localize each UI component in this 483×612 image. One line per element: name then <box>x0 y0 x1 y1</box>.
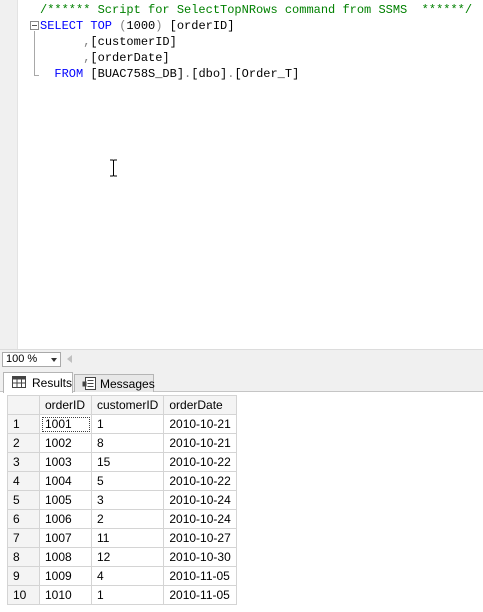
grid-cell[interactable]: 2 <box>90 509 165 529</box>
tab-results-label: Results <box>32 376 73 390</box>
column-header-customerid[interactable]: customerID <box>90 395 165 415</box>
row-number[interactable]: 1 <box>7 414 40 434</box>
editor-gutter <box>0 0 18 349</box>
tab-messages-label: Messages <box>100 377 155 391</box>
code-token: /****** Script for SelectTopNRows comman… <box>40 3 473 17</box>
tab-messages[interactable]: Messages <box>74 374 155 392</box>
grid-cell[interactable]: 4 <box>90 566 165 586</box>
code-token: [customerID] <box>90 35 177 49</box>
row-number[interactable]: 6 <box>7 509 40 529</box>
messages-list-icon <box>82 377 96 390</box>
column-header-orderdate[interactable]: orderDate <box>163 395 237 415</box>
grid-cell[interactable]: 15 <box>90 452 165 472</box>
grid-cell[interactable]: 2010-10-21 <box>163 433 237 453</box>
fold-guide-end <box>34 75 39 76</box>
row-number[interactable]: 7 <box>7 528 40 548</box>
grid-cell[interactable]: 1007 <box>39 528 92 548</box>
grid-cell[interactable]: 1001 <box>39 414 92 434</box>
table-row[interactable]: 7 1007 11 2010-10-27 <box>7 528 237 548</box>
chevron-down-icon <box>51 358 57 362</box>
code-token: [orderID] <box>162 19 235 33</box>
grid-cell[interactable]: 3 <box>90 490 165 510</box>
code-token: 1000 <box>126 19 156 33</box>
row-number[interactable]: 9 <box>7 566 40 586</box>
grid-cell[interactable]: 2010-11-05 <box>163 566 237 586</box>
row-number[interactable]: 3 <box>7 452 40 472</box>
grid-cell[interactable]: 2010-10-27 <box>163 528 237 548</box>
table-row[interactable]: 9 1009 4 2010-11-05 <box>7 566 237 586</box>
fold-guide-line <box>34 31 35 76</box>
table-row[interactable]: 1 1001 1 2010-10-21 <box>7 414 237 434</box>
code-token: FROM <box>40 67 91 81</box>
grid-cell[interactable]: 2010-10-22 <box>163 452 237 472</box>
grid-cell[interactable]: 1003 <box>39 452 92 472</box>
grid-cell[interactable]: 5 <box>90 471 165 491</box>
column-header-orderid[interactable]: orderID <box>39 395 92 415</box>
code-token: SELECT TOP <box>40 19 120 33</box>
grid-cell[interactable]: 2010-11-05 <box>163 585 237 605</box>
table-row[interactable]: 8 1008 12 2010-10-30 <box>7 547 237 567</box>
grid-cell[interactable]: 2010-10-30 <box>163 547 237 567</box>
row-number[interactable]: 8 <box>7 547 40 567</box>
row-number[interactable]: 10 <box>7 585 40 605</box>
code-line[interactable]: FROM [BUAC758S_DB].[dbo].[Order_T] <box>40 66 299 82</box>
grid-cell[interactable]: 1 <box>90 585 165 605</box>
table-row[interactable]: 3 1003 15 2010-10-22 <box>7 452 237 472</box>
grid-cell[interactable]: 2010-10-24 <box>163 509 237 529</box>
code-token: [Order_T] <box>234 67 300 81</box>
tab-results[interactable]: Results <box>3 372 73 393</box>
grid-corner-cell[interactable] <box>7 395 40 415</box>
grid-cell[interactable]: 2010-10-22 <box>163 471 237 491</box>
code-token: [dbo] <box>191 67 228 81</box>
scroll-left-arrow-icon[interactable] <box>67 355 72 363</box>
grid-header-row: orderID customerID orderDate <box>7 395 237 415</box>
horizontal-scrollbar[interactable] <box>78 354 483 365</box>
results-tab-bar: Results Messages <box>0 368 483 393</box>
grid-cell[interactable]: 11 <box>90 528 165 548</box>
code-token: [BUAC758S_DB] <box>90 67 185 81</box>
grid-cell[interactable]: 2010-10-21 <box>163 414 237 434</box>
grid-cell[interactable]: 1008 <box>39 547 92 567</box>
grid-cell[interactable]: 1002 <box>39 433 92 453</box>
table-row[interactable]: 5 1005 3 2010-10-24 <box>7 490 237 510</box>
row-number[interactable]: 2 <box>7 433 40 453</box>
collapse-minus-icon[interactable] <box>30 21 39 30</box>
editor-status-bar: 100 % <box>0 349 483 368</box>
row-number[interactable]: 5 <box>7 490 40 510</box>
table-row[interactable]: 2 1002 8 2010-10-21 <box>7 433 237 453</box>
table-row[interactable]: 4 1004 5 2010-10-22 <box>7 471 237 491</box>
row-number[interactable]: 4 <box>7 471 40 491</box>
code-line[interactable]: ,[orderDate] <box>40 50 170 66</box>
zoom-value: 100 % <box>6 353 38 365</box>
results-grid-area: orderID customerID orderDate 1 1001 1 2010-… <box>0 392 483 612</box>
grid-table-icon <box>12 376 26 388</box>
code-token: [orderDate] <box>90 51 170 65</box>
grid-cell[interactable]: 1005 <box>39 490 92 510</box>
table-row[interactable]: 6 1006 2 2010-10-24 <box>7 509 237 529</box>
query-editor[interactable]: /****** Script for SelectTopNRows comman… <box>0 0 483 349</box>
grid-cell[interactable]: 1 <box>90 414 165 434</box>
grid-cell[interactable]: 1010 <box>39 585 92 605</box>
grid-cell[interactable]: 2010-10-24 <box>163 490 237 510</box>
grid-cell[interactable]: 1004 <box>39 471 92 491</box>
table-row[interactable]: 10 1010 1 2010-11-05 <box>7 585 237 605</box>
grid-cell[interactable]: 8 <box>90 433 165 453</box>
code-line[interactable]: /****** Script for SelectTopNRows comman… <box>40 2 472 18</box>
zoom-select[interactable]: 100 % <box>2 352 61 367</box>
grid-cell[interactable]: 1006 <box>39 509 92 529</box>
code-line[interactable]: SELECT TOP (1000) [orderID] <box>40 18 234 34</box>
results-grid: orderID customerID orderDate 1 1001 1 2010-… <box>7 395 237 605</box>
text-ibeam-cursor <box>110 159 117 177</box>
grid-cell[interactable]: 12 <box>90 547 165 567</box>
code-line[interactable]: ,[customerID] <box>40 34 177 50</box>
grid-cell[interactable]: 1009 <box>39 566 92 586</box>
